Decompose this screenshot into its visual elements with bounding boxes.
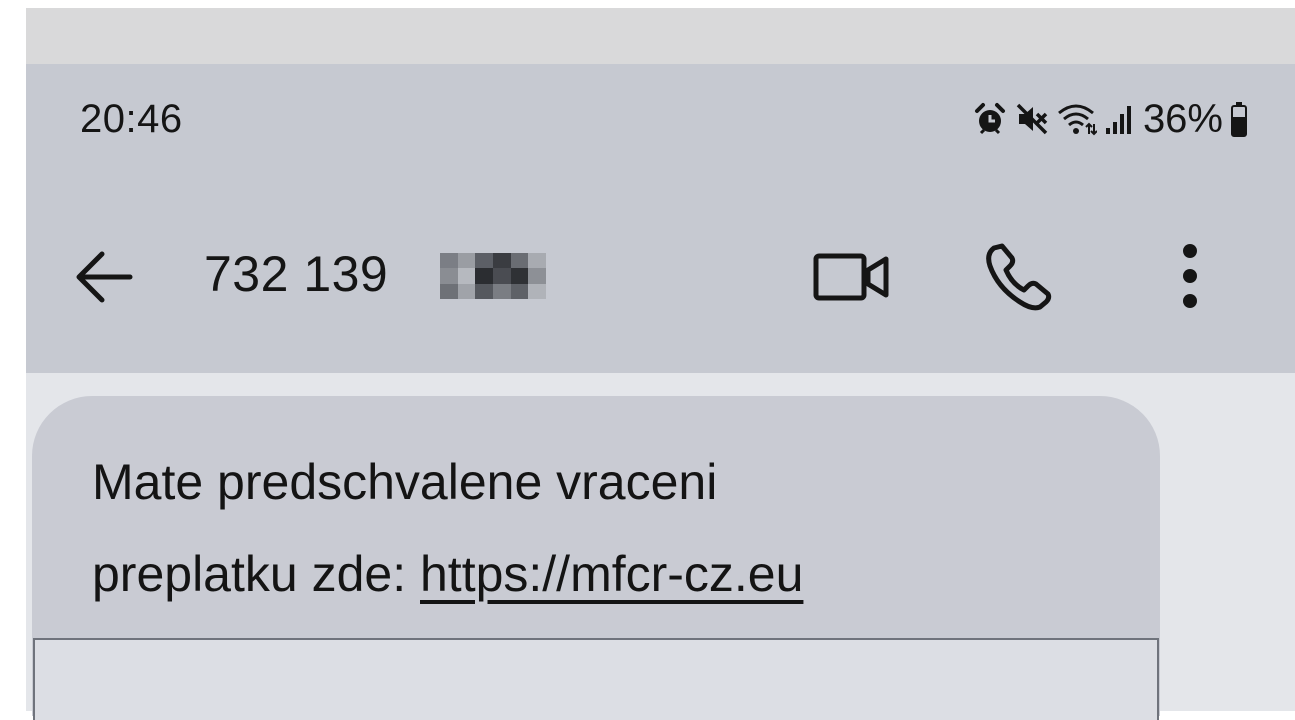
battery-icon: [1231, 102, 1247, 137]
redacted-digits: [440, 253, 546, 299]
status-icons: 36%: [973, 96, 1247, 142]
signal-icon: [1105, 106, 1131, 134]
back-arrow-icon[interactable]: [72, 248, 134, 306]
message-line-1: Mate predschvalene vraceni: [92, 454, 718, 510]
status-time: 20:46: [80, 97, 183, 141]
phone-icon[interactable]: [982, 240, 1054, 312]
link-preview-card[interactable]: [33, 638, 1159, 720]
battery-percentage: 36%: [1142, 97, 1223, 141]
video-call-icon[interactable]: [812, 250, 890, 304]
message-line-2: preplatku zde: https://mfcr-cz.eu: [92, 544, 803, 604]
message-link[interactable]: https://mfcr-cz.eu: [420, 546, 803, 602]
message-text: preplatku zde:: [92, 546, 407, 602]
top-strip: [26, 8, 1295, 64]
more-options-icon[interactable]: [1178, 242, 1202, 310]
contact-number: 732 139: [204, 246, 389, 302]
mute-icon: [1016, 103, 1048, 135]
wifi-icon: [1057, 104, 1097, 136]
alarm-icon: [974, 103, 1005, 135]
